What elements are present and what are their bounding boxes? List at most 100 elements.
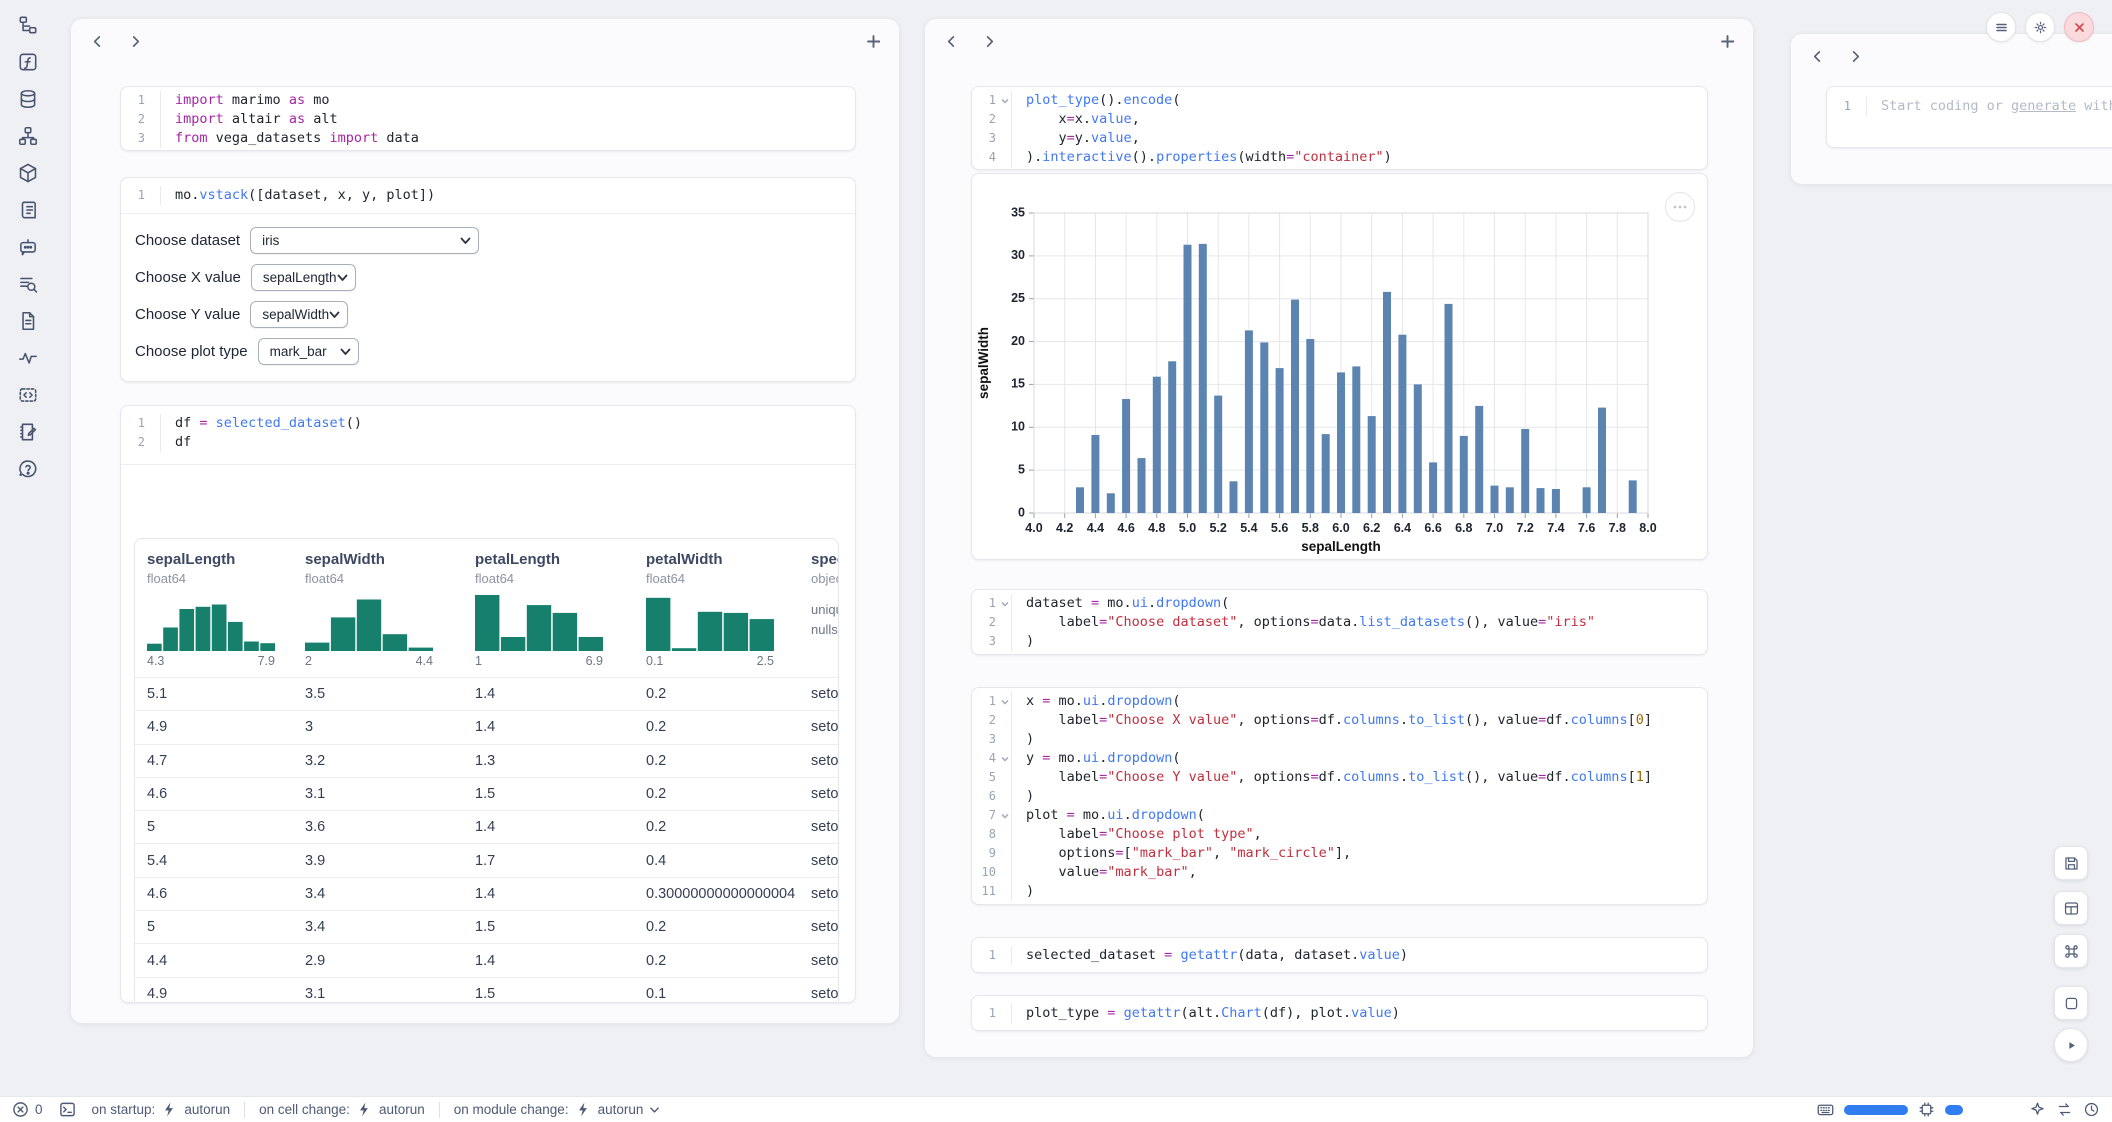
keyboard-shortcuts-button[interactable] [2054,934,2088,968]
chart-menu-button[interactable] [1665,192,1695,222]
code-cell-plot-type[interactable]: 1plot_type = getattr(alt.Chart(df), plot… [971,995,1708,1031]
scratchpad-icon[interactable] [17,421,39,443]
tracing-icon[interactable] [17,347,39,369]
file-tree-icon[interactable] [17,14,39,36]
save-button[interactable] [2054,846,2088,880]
sparkles-icon[interactable] [2029,1101,2046,1118]
chevron-left-icon[interactable] [1805,44,1829,68]
code-line[interactable]: 1plot_type().encode( [972,91,1707,110]
column-histogram[interactable] [475,595,603,651]
on-module-change-toggle[interactable]: on module change: autorun [454,1101,661,1118]
code-line[interactable]: 8 label="Choose plot type", [972,825,1707,844]
code-line[interactable]: 3 y=y.value, [972,129,1707,148]
add-cell-button[interactable] [861,29,885,53]
column-header-sepalWidth[interactable]: sepalWidthfloat6424.4 [293,539,463,677]
packages-icon[interactable] [17,162,39,184]
column-histogram[interactable] [646,595,774,651]
code-line[interactable]: 2df [121,433,855,452]
code-line[interactable]: 2 x=x.value, [972,110,1707,129]
snippets-icon[interactable] [17,384,39,406]
line-number: 9 [972,844,1012,863]
code-cell-vstack[interactable]: 1mo.vstack([dataset, x, y, plot]) Choose… [120,177,856,382]
code-line[interactable]: 1dataset = mo.ui.dropdown( [972,594,1707,613]
settings-button[interactable] [2025,12,2055,42]
chevron-left-icon[interactable] [85,29,109,53]
on-cell-change-toggle[interactable]: on cell change: autorun [259,1101,425,1118]
chat-icon[interactable] [17,236,39,258]
logs-icon[interactable] [17,273,39,295]
menu-button[interactable] [1986,12,2016,42]
fold-chevron-icon[interactable] [1000,811,1010,821]
code-line[interactable]: 6) [972,787,1707,806]
code-line[interactable]: 4y = mo.ui.dropdown( [972,749,1707,768]
help-icon[interactable] [17,458,39,480]
code-line[interactable]: 11) [972,882,1707,901]
chevron-right-icon[interactable] [123,29,147,53]
code-line[interactable]: 1x = mo.ui.dropdown( [972,692,1707,711]
close-button[interactable] [2064,12,2094,42]
dropdown-select[interactable]: sepalLength [251,264,356,291]
code-line[interactable]: 5 label="Choose Y value", options=df.col… [972,768,1707,787]
column-histogram[interactable] [305,595,433,651]
memory-chip-icon[interactable] [1918,1101,1935,1118]
code-line[interactable]: 1plot_type = getattr(alt.Chart(df), plot… [972,1004,1707,1023]
altair-bar-chart[interactable]: 4.04.24.44.64.85.05.25.45.65.86.06.26.46… [972,188,1708,560]
on-startup-toggle[interactable]: on startup: autorun [92,1101,231,1118]
swap-icon[interactable] [2056,1101,2073,1118]
editor-placeholder[interactable]: Start coding or generate with [1867,97,2112,116]
code-cell-selected-dataset[interactable]: 1selected_dataset = getattr(data, datase… [971,937,1708,973]
code-cell-dataset-dropdown[interactable]: 1dataset = mo.ui.dropdown(2 label="Choos… [971,589,1708,655]
column-histogram[interactable] [147,595,275,651]
code-line[interactable]: 1import marimo as mo [121,91,855,110]
documentation-icon[interactable] [17,310,39,332]
keyboard-icon[interactable] [1817,1101,1834,1118]
chevron-left-icon[interactable] [939,29,963,53]
code-text: label="Choose dataset", options=data.lis… [1012,613,1595,632]
code-line[interactable]: 3) [972,632,1707,651]
code-line[interactable]: 9 options=["mark_bar", "mark_circle"], [972,844,1707,863]
code-cell-dataframe[interactable]: 1df = selected_dataset()2df sepalLengthf… [120,405,856,1003]
code-line[interactable]: 1mo.vstack([dataset, x, y, plot]) [121,186,855,205]
dependency-graph-icon[interactable] [17,125,39,147]
code-cell-imports[interactable]: 1import marimo as mo2import altair as al… [120,86,856,151]
code-cell-xy-dropdowns[interactable]: 1x = mo.ui.dropdown(2 label="Choose X va… [971,687,1708,905]
column-header-petalWidth[interactable]: petalWidthfloat640.12.5 [634,539,799,677]
code-line[interactable]: 10 value="mark_bar", [972,863,1707,882]
error-indicator[interactable]: 0 [12,1101,43,1118]
database-icon[interactable] [17,88,39,110]
outline-icon[interactable] [17,199,39,221]
clock-icon[interactable] [2083,1101,2100,1118]
code-cell-plot[interactable]: 1plot_type().encode(2 x=x.value,3 y=y.va… [971,86,1708,170]
dropdown-select[interactable]: iris [250,227,479,254]
dropdown-select[interactable]: mark_bar [258,338,359,365]
code-line[interactable]: 3from vega_datasets import data [121,129,855,148]
dropdown-select[interactable]: sepalWidth [250,301,348,328]
generate-link[interactable]: generate [2011,98,2076,114]
column-header-sepalLength[interactable]: sepalLengthfloat644.37.9 [135,539,293,677]
column-header-speci[interactable]: speciobjecuniqunulls: [799,539,838,677]
code-line[interactable]: 2 label="Choose X value", options=df.col… [972,711,1707,730]
chevron-right-icon[interactable] [977,29,1001,53]
code-line[interactable]: 1selected_dataset = getattr(data, datase… [972,946,1707,965]
code-line[interactable]: 2import altair as alt [121,110,855,129]
terminal-button[interactable] [59,1101,76,1118]
code-line[interactable]: 4).interactive().properties(width="conta… [972,148,1707,167]
add-cell-button[interactable] [1715,29,1739,53]
empty-code-cell[interactable]: 1 Start coding or generate with [1826,86,2112,148]
fold-chevron-icon[interactable] [1000,754,1010,764]
fold-chevron-icon[interactable] [1000,96,1010,106]
layout-button[interactable] [2054,891,2088,925]
chart-output-cell[interactable]: 4.04.24.44.64.85.05.25.45.65.86.06.26.46… [971,173,1708,560]
code-line[interactable]: 7plot = mo.ui.dropdown( [972,806,1707,825]
code-line[interactable]: 1df = selected_dataset() [121,414,855,433]
chevron-right-icon[interactable] [1843,44,1867,68]
run-button[interactable] [2054,1028,2088,1062]
scratchpad-toggle-button[interactable] [2054,986,2088,1020]
fold-chevron-icon[interactable] [1000,599,1010,609]
functions-icon[interactable] [17,51,39,73]
code-line[interactable]: 3) [972,730,1707,749]
column-header-petalLength[interactable]: petalLengthfloat6416.9 [463,539,634,677]
fold-chevron-icon[interactable] [1000,697,1010,707]
code-line[interactable]: 2 label="Choose dataset", options=data.l… [972,613,1707,632]
line-number: 11 [972,882,1012,901]
